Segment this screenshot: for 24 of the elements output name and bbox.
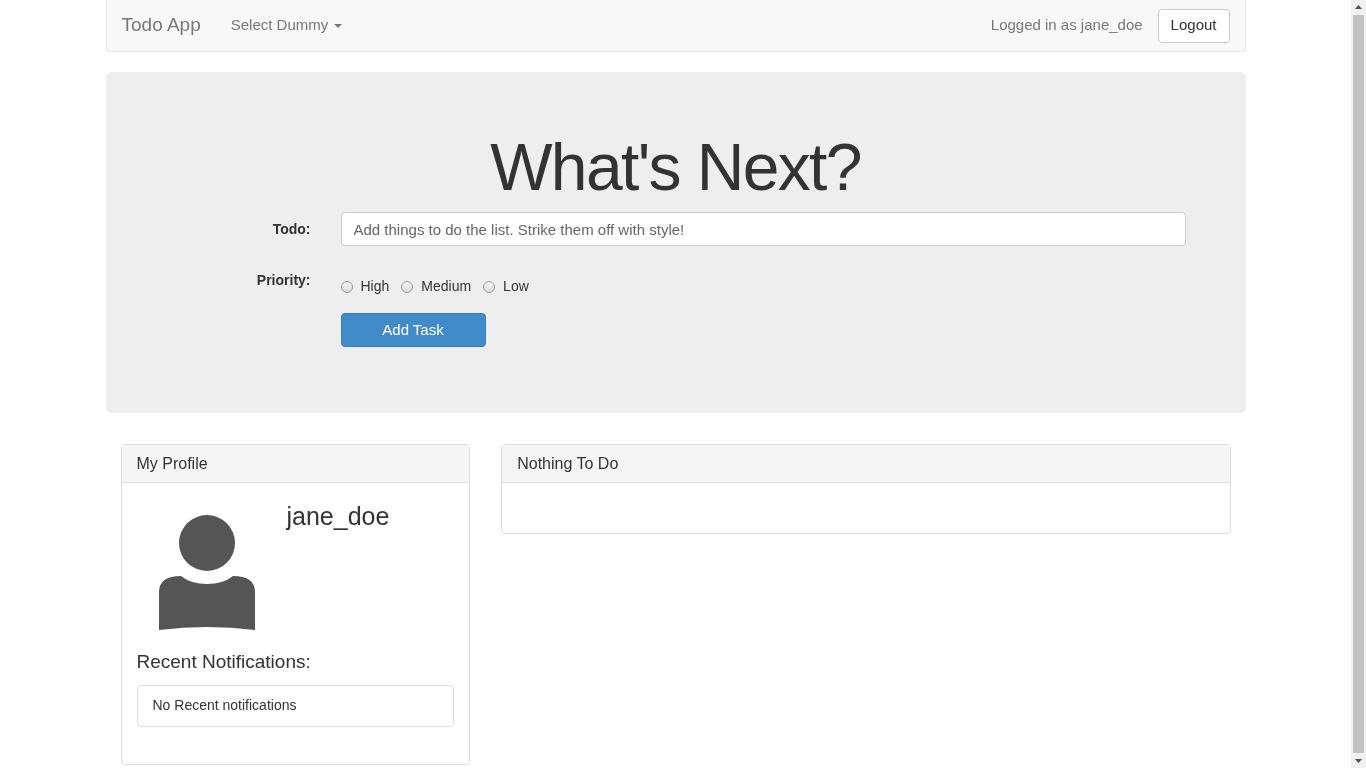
notifications-heading: Recent Notifications: — [135, 650, 312, 674]
priority-radio[interactable] — [483, 280, 496, 293]
todo-input[interactable]: Add things to do the list. Strike them off with style! — [340, 212, 1186, 246]
priority-option-label: High — [360, 277, 390, 296]
priority-option-label: Low — [503, 277, 529, 296]
profile-username: jane_doe — [286, 501, 390, 532]
logout-button[interactable]: Logout — [1157, 8, 1230, 43]
scroll-down-icon[interactable] — [1355, 759, 1362, 763]
add-task-button[interactable]: Add Task — [340, 313, 486, 347]
panel-title: Nothing To Do — [502, 445, 1230, 483]
user-silhouette-icon — [158, 514, 255, 630]
brand-link[interactable]: Todo App — [121, 11, 201, 40]
dropdown-toggle[interactable]: Select Dummy — [230, 14, 343, 37]
logged-in-text: Logged in as jane_doe — [990, 15, 1143, 36]
hero-title: What's Next? — [489, 134, 862, 200]
priority-option-label: Medium — [421, 277, 472, 296]
caret-icon — [334, 23, 343, 28]
priority-radio[interactable] — [340, 280, 353, 293]
notification-item: No Recent notifications — [136, 684, 455, 727]
scroll-up-icon[interactable] — [1355, 5, 1362, 9]
panel-title: My Profile — [121, 445, 470, 483]
priority-radio[interactable] — [401, 280, 414, 293]
todo-label: Todo: — [271, 219, 311, 239]
priority-label: Priority: — [255, 271, 311, 290]
